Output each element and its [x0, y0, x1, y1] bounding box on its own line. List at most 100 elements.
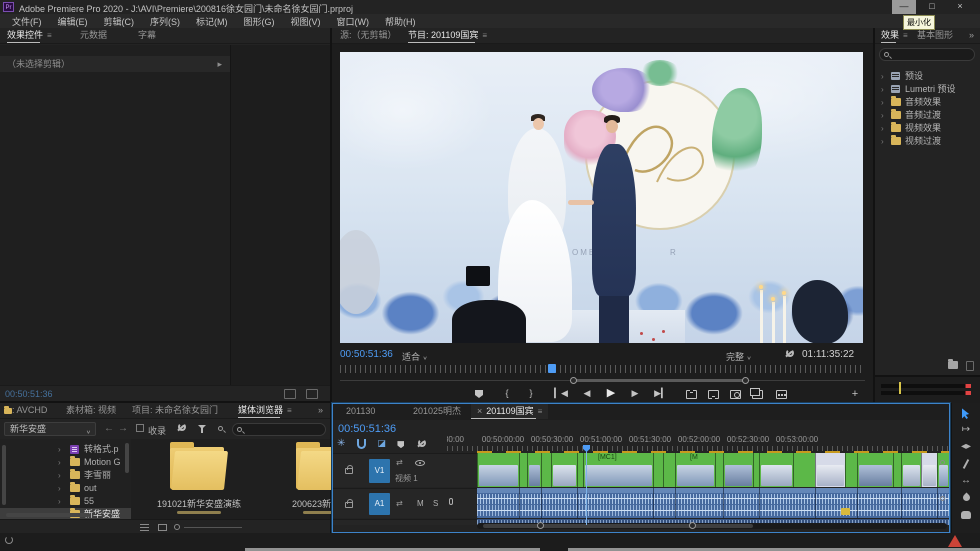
hand-tool[interactable] [959, 509, 973, 522]
scroll-handle-right[interactable] [689, 522, 696, 529]
tab-effect-controls[interactable]: 效果控件≡ [7, 28, 52, 43]
effects-group-video-transitions[interactable]: ›视频过渡 [875, 135, 980, 148]
timeline-settings-wrench-icon[interactable] [416, 439, 426, 449]
ingest-checkbox[interactable] [136, 424, 144, 432]
panel-menu-icon[interactable]: ≡ [47, 31, 52, 40]
back-button[interactable]: ← [104, 423, 114, 434]
snap-magnet-icon[interactable] [357, 439, 366, 449]
timeline-clip[interactable] [663, 453, 675, 487]
timeline-clip[interactable] [759, 453, 793, 487]
solo-button[interactable]: S [433, 499, 438, 508]
tree-scrollbar-bottom[interactable] [6, 513, 90, 517]
monitor-scrub-ruler[interactable] [340, 365, 865, 373]
expand-arrow-icon[interactable]: ▸ [217, 56, 222, 72]
panel-menu-icon[interactable]: ≡ [538, 407, 543, 416]
menu-window[interactable]: 窗口(W) [329, 15, 378, 28]
panel-menu-icon[interactable]: ≡ [482, 31, 487, 40]
delete-icon[interactable] [966, 361, 974, 371]
linked-selection-icon[interactable]: ◪ [377, 438, 386, 449]
effects-search-box[interactable] [879, 48, 975, 61]
minimize-button[interactable]: — [892, 0, 916, 14]
forward-button[interactable]: → [118, 423, 128, 434]
nest-toggle-icon[interactable]: ✳ [337, 438, 345, 449]
tree-item-motion[interactable]: ›Motion G [0, 456, 131, 469]
location-dropdown[interactable]: 新华安盛∨ [4, 422, 96, 436]
effects-group-audio-transitions[interactable]: ›音频过渡 [875, 109, 980, 122]
monitor-playhead[interactable] [548, 364, 556, 373]
tab-media-browser[interactable]: 媒体浏览器≡ [238, 403, 292, 418]
timeline-clip[interactable] [845, 453, 857, 487]
timeline-clip[interactable] [653, 453, 663, 487]
timeline-clip[interactable]: [MC1] [583, 453, 653, 487]
zoom-slider-handle[interactable] [174, 524, 180, 530]
add-transport-button[interactable]: + [848, 388, 862, 400]
timeline-clip[interactable] [893, 453, 901, 487]
comparison-view-button[interactable] [750, 388, 764, 399]
tab-bin-avchd[interactable]: : AVCHD [4, 403, 47, 418]
clip-indicator[interactable] [965, 384, 971, 388]
new-custom-bin-icon[interactable] [948, 361, 958, 369]
ingest-settings-wrench-icon[interactable] [176, 423, 186, 433]
play-audio-icon[interactable] [284, 389, 296, 399]
filter-funnel-icon[interactable] [198, 424, 207, 433]
snapshot-icon[interactable] [306, 389, 318, 399]
scroll-handle-left[interactable] [537, 522, 544, 529]
media-search-box[interactable] [232, 423, 326, 436]
add-marker-button[interactable] [472, 388, 486, 398]
track-target-v1[interactable]: V1 [369, 459, 390, 483]
thumbnail-view-button[interactable] [158, 524, 167, 531]
ripple-edit-tool[interactable]: ◂▸ [959, 441, 973, 454]
menu-markers[interactable]: 标记(M) [188, 15, 236, 28]
timeline-ruler[interactable]: 30:00 00:50:00:00 00:50:30:00 00:51:00:0… [447, 434, 949, 451]
lift-button[interactable] [684, 388, 698, 399]
tab-source-monitor[interactable]: 源:（无剪辑） [340, 28, 397, 43]
timeline-clip[interactable] [937, 453, 949, 487]
step-back-button[interactable]: ◀ [580, 388, 594, 399]
maximize-button[interactable]: □ [920, 0, 944, 14]
folder-item-191021[interactable]: 191021新华安盛演练 [138, 439, 260, 525]
timeline-clip[interactable] [901, 453, 921, 487]
monitor-settings-wrench-icon[interactable] [784, 349, 794, 359]
search-icon[interactable] [218, 426, 223, 431]
button-editor-button[interactable] [774, 388, 788, 399]
effects-group-audio-effects[interactable]: ›音频效果 [875, 96, 980, 109]
menu-clip[interactable]: 剪辑(C) [96, 15, 143, 28]
mark-out-button[interactable]: } [524, 388, 538, 398]
selection-tool[interactable] [959, 407, 973, 420]
add-marker-icon[interactable] [397, 441, 404, 448]
tab-sequence-201130[interactable]: 201130 [346, 404, 375, 419]
timeline-clip[interactable] [519, 453, 527, 487]
warning-triangle-icon[interactable] [948, 535, 962, 547]
track-resize-handle[interactable] [940, 496, 945, 501]
menu-file[interactable]: 文件(F) [4, 15, 50, 28]
mute-button[interactable]: M [417, 499, 424, 508]
export-frame-button[interactable] [728, 388, 742, 399]
zoom-level-dropdown[interactable]: 适合 ∨ [402, 350, 428, 363]
timeline-clip[interactable] [793, 453, 815, 487]
lock-icon[interactable] [345, 468, 353, 474]
playback-resolution-dropdown[interactable]: 完整 ∨ [726, 350, 752, 363]
timeline-clip[interactable] [527, 453, 541, 487]
step-forward-button[interactable]: ▶ [628, 388, 642, 399]
sync-lock-icon[interactable]: ⇄ [396, 499, 403, 508]
tab-program-monitor[interactable]: 节目: 201109国宾≡ [408, 28, 487, 43]
slip-tool[interactable]: ↔ [959, 475, 973, 488]
panel-menu-icon[interactable]: ≡ [903, 31, 908, 40]
go-to-out-button[interactable]: ▶▎ [654, 388, 668, 399]
menu-view[interactable]: 视图(V) [283, 15, 329, 28]
timeline-clip[interactable] [723, 453, 753, 487]
menu-edit[interactable]: 编辑(E) [50, 15, 96, 28]
track-resize-handle[interactable] [940, 460, 945, 465]
pen-tool[interactable] [959, 492, 973, 505]
clip-indicator[interactable] [965, 391, 971, 395]
effects-group-video-effects[interactable]: ›视频效果 [875, 122, 980, 135]
extract-button[interactable] [706, 388, 720, 399]
timeline-clip[interactable] [541, 453, 551, 487]
timeline-scrollbar[interactable] [477, 523, 947, 529]
track-select-forward-tool[interactable]: ↦ [959, 424, 973, 437]
tree-item-55[interactable]: ›55 [0, 495, 131, 508]
zoom-handle-left[interactable] [570, 377, 577, 384]
tree-item-out[interactable]: ›out [0, 482, 131, 495]
timeline-clip[interactable] [857, 453, 893, 487]
voiceover-mic-icon[interactable] [449, 498, 453, 505]
